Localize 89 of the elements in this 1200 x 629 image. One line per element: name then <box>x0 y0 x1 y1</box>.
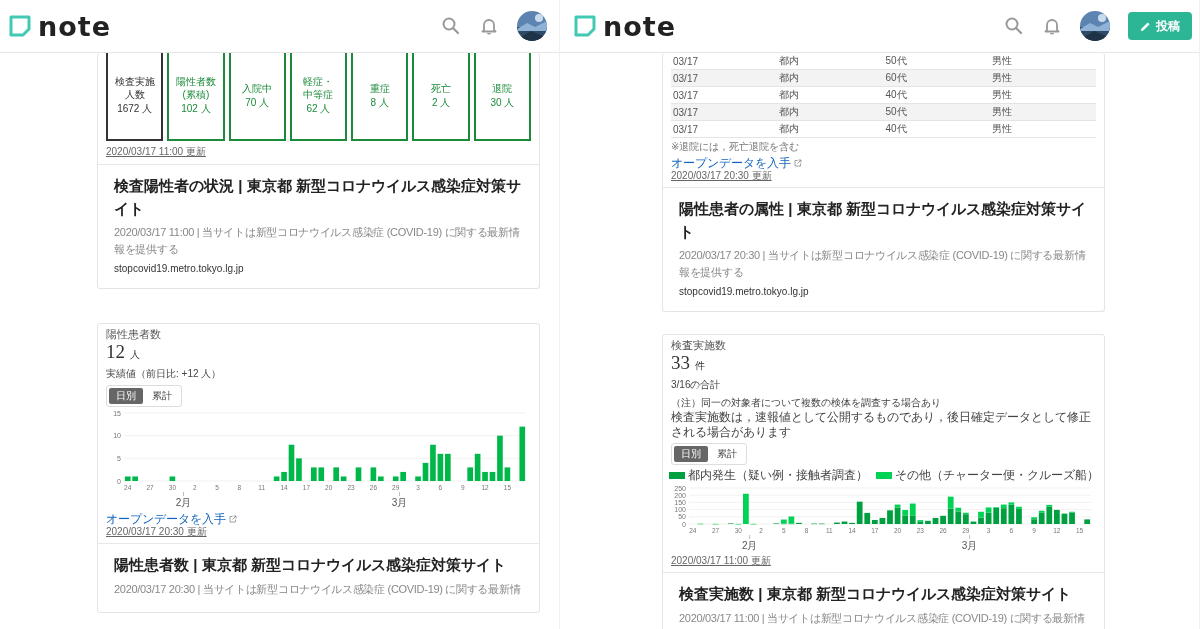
updated-date: 2020/03/17 20:30 更新 <box>671 170 772 183</box>
updated-date: 2020/03/17 11:00 更新 <box>671 555 771 568</box>
logo-text[interactable]: note <box>603 10 676 42</box>
stat-value: 2 人 <box>431 97 451 110</box>
link-card[interactable] <box>97 53 540 290</box>
chart-note: 検査実施数は，速報値として公開するものであり，後日確定データとして修正される場合があります <box>671 410 1092 440</box>
card-description: 2020/03/17 20:30 | 当サイトは新型コロナウイルス感染症 (COVID-19) に関する最新情報を提供する <box>679 248 1087 281</box>
table-cell: 03/17 <box>673 106 699 118</box>
stat-value: 62 人 <box>306 103 331 116</box>
card-domain: stopcovid19.metro.tokyo.lg.jp <box>114 263 245 275</box>
table-note: ※退院には，死亡退院を含む <box>671 140 801 154</box>
external-link-icon <box>794 159 802 168</box>
card-description: 2020/03/17 11:00 | 当サイトは新型コロナウイルス感染症 (COVID-19) に関する最新情 <box>679 610 1086 626</box>
chart-note: （注）同一の対象者について複数の検体を調査する場合あり <box>671 397 941 409</box>
stat-label: 陽性者数 <box>175 76 216 89</box>
chart-note: 実績値（前日比: +12 人） <box>106 368 222 379</box>
chart-bar <box>1084 519 1091 525</box>
card-title[interactable]: 陽性患者の属性 | 東京都 新型コロナウイルス感染症対策サイト <box>679 198 1092 244</box>
chart-note: 3/16の合計 <box>671 379 721 391</box>
table-cell: 50代 <box>885 106 907 117</box>
toggle-tab[interactable]: 日別 <box>674 446 708 463</box>
card-description: 2020/03/17 20:30 | 当サイトは新型コロナウイルス感染症 (COVID-19) に関する最新情 <box>114 581 522 597</box>
table-cell: 都内 <box>779 106 800 117</box>
card-description: 2020/03/17 11:00 | 当サイトは新型コロナウイルス感染症 (COVID-19) に関する最新情報を提供する <box>114 225 521 258</box>
stat-label: 退院 <box>492 82 513 95</box>
link-card[interactable] <box>97 323 540 613</box>
stat-value: 102 人 <box>181 103 211 116</box>
table-cell: 03/17 <box>673 55 699 67</box>
stat-label: 重症 <box>369 82 390 95</box>
table-cell: 男性 <box>991 55 1012 66</box>
table-cell: 男性 <box>991 123 1012 134</box>
table-cell: 40代 <box>885 89 907 100</box>
search-icon[interactable] <box>441 16 461 36</box>
month-label: 3月 <box>391 497 408 508</box>
stat-value: 8 人 <box>370 97 389 110</box>
stat-value: 1672 人 <box>117 103 153 116</box>
stat-label: 中等症 <box>303 88 334 102</box>
stat-label: 検査実施 <box>114 76 155 89</box>
card-domain: stopcovid19.metro.tokyo.lg.jp <box>679 286 810 298</box>
stat-value: 33 <box>671 353 690 375</box>
table-cell: 50代 <box>885 55 907 66</box>
card-title[interactable]: 陽性患者数 | 東京都 新型コロナウイルス感染症対策サイト <box>114 554 527 577</box>
search-icon[interactable] <box>1004 16 1024 36</box>
bell-icon[interactable] <box>479 16 499 36</box>
stat-value: 12 <box>106 342 125 363</box>
external-link-icon <box>229 515 237 524</box>
logo-text[interactable]: note <box>38 10 111 42</box>
updated-date: 2020/03/17 11:00 更新 <box>106 146 206 158</box>
stat-label: (累積) <box>182 88 210 102</box>
month-label: 2月 <box>175 497 192 508</box>
stat-value: 70 人 <box>245 97 270 110</box>
month-label: 3月 <box>961 540 978 552</box>
table-cell: 03/17 <box>673 89 699 101</box>
table-cell: 40代 <box>885 123 907 134</box>
unit-label: 人 <box>130 349 140 361</box>
chart-bar <box>355 467 362 481</box>
table-cell: 男性 <box>991 89 1012 100</box>
table-cell: 03/17 <box>673 123 699 135</box>
card-title[interactable]: 検査陽性者の状況 | 東京都 新型コロナウイルス感染症対策サイト <box>114 175 527 220</box>
link-card[interactable] <box>662 53 1105 313</box>
link-card[interactable] <box>662 334 1105 629</box>
pencil-icon <box>1140 20 1151 32</box>
chart-bar <box>169 476 176 481</box>
card-title[interactable]: 検査実施数 | 東京都 新型コロナウイルス感染症対策サイト <box>679 583 1092 606</box>
bell-icon[interactable] <box>1042 16 1062 36</box>
table-cell: 都内 <box>779 89 800 100</box>
month-label: 2月 <box>741 540 758 552</box>
table-cell: 男性 <box>991 72 1012 83</box>
stat-label: 入院中 <box>242 82 273 95</box>
updated-date: 2020/03/17 20:30 更新 <box>106 526 207 539</box>
legend-label: 都内発生（疑い例・接触者調査） <box>687 467 868 485</box>
stat-label: 死亡 <box>431 82 452 95</box>
table-cell: 都内 <box>779 55 800 66</box>
stat-label: 軽症・ <box>303 76 334 89</box>
chart-bar <box>519 426 526 481</box>
table-cell: 都内 <box>779 72 800 83</box>
stat-value: 30 人 <box>490 97 515 110</box>
table-cell: 60代 <box>885 72 907 83</box>
open-data-link[interactable]: オープンデータを入手 <box>671 156 802 171</box>
chart-title: 陽性患者数 <box>106 327 162 343</box>
table-cell: 都内 <box>779 123 800 134</box>
open-data-link[interactable]: オープンデータを入手 <box>106 512 237 527</box>
toggle-tab[interactable]: 日別 <box>109 388 143 404</box>
table-cell: 03/17 <box>673 72 699 84</box>
chart-title: 検査実施数 <box>671 338 727 354</box>
table-cell: 男性 <box>991 106 1012 117</box>
legend-label: その他（チャーター便・クルーズ船） <box>894 467 1099 485</box>
unit-label: 件 <box>695 360 705 372</box>
stat-label: 人数 <box>124 88 145 102</box>
